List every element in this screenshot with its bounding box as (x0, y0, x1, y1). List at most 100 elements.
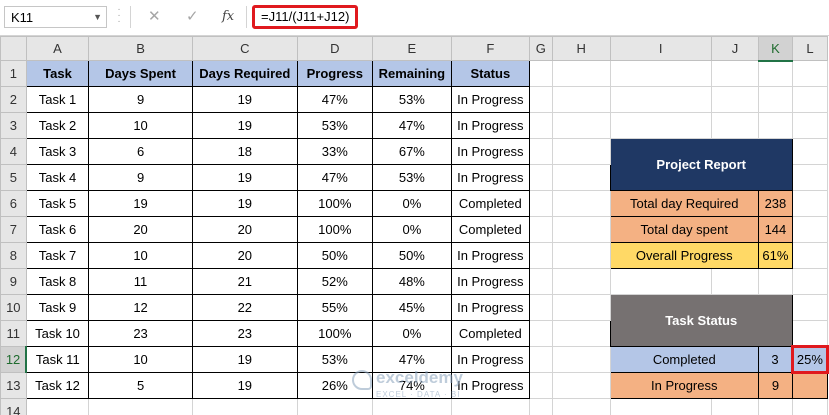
cell[interactable] (757, 60, 793, 87)
row-header[interactable]: 6 (0, 190, 27, 217)
column-header[interactable]: I (609, 36, 712, 61)
report-value[interactable]: 144 (757, 216, 793, 243)
cell[interactable] (791, 242, 829, 269)
header-cell[interactable]: Status (451, 60, 530, 87)
status-label[interactable]: In Progress (609, 372, 759, 399)
cell[interactable]: 20 (88, 216, 193, 243)
cell[interactable]: 26% (296, 372, 373, 399)
cell[interactable] (551, 60, 611, 87)
cell[interactable]: 50% (371, 242, 453, 269)
column-header[interactable]: C (191, 36, 298, 61)
project-report-title[interactable]: Project Report (609, 138, 793, 191)
row-header[interactable]: 2 (0, 86, 27, 113)
cell[interactable]: 0% (371, 216, 453, 243)
cell[interactable]: 45% (371, 294, 453, 321)
cell[interactable]: In Progress (451, 346, 530, 373)
cell[interactable]: 19 (88, 190, 193, 217)
cell[interactable]: Completed (451, 216, 530, 243)
cell[interactable] (528, 398, 553, 415)
cell[interactable] (757, 86, 793, 113)
cell[interactable] (528, 372, 553, 399)
column-header[interactable]: L (791, 36, 829, 61)
cell[interactable] (528, 138, 553, 165)
insert-function-icon[interactable]: fx (222, 9, 234, 24)
drag-handle-icon[interactable]: · · · (116, 5, 122, 27)
header-cell[interactable]: Task (25, 60, 90, 87)
cell[interactable]: In Progress (451, 294, 530, 321)
cell[interactable] (710, 268, 759, 295)
cell[interactable] (551, 372, 611, 399)
cell[interactable]: Task 11 (25, 346, 90, 373)
row-header[interactable]: 10 (0, 294, 27, 321)
cell[interactable] (551, 242, 611, 269)
status-count[interactable]: 9 (757, 372, 793, 399)
cell[interactable]: 100% (296, 320, 373, 347)
cell[interactable]: 53% (296, 346, 373, 373)
cell[interactable]: In Progress (451, 138, 530, 165)
column-header[interactable]: A (25, 36, 90, 61)
header-cell[interactable]: Days Spent (88, 60, 193, 87)
cell[interactable]: 47% (296, 86, 373, 113)
cell[interactable] (551, 216, 611, 243)
cell[interactable]: 100% (296, 216, 373, 243)
column-header[interactable]: D (296, 36, 373, 61)
cell[interactable] (191, 398, 298, 415)
cell[interactable]: In Progress (451, 164, 530, 191)
cell[interactable] (528, 60, 553, 87)
name-box[interactable]: K11 ▼ (4, 6, 107, 28)
row-header[interactable]: 5 (0, 164, 27, 191)
cell[interactable]: Task 4 (25, 164, 90, 191)
column-header[interactable]: E (371, 36, 453, 61)
cell[interactable] (551, 112, 611, 139)
status-pct[interactable] (791, 372, 829, 399)
cell[interactable]: Task 12 (25, 372, 90, 399)
column-header[interactable]: B (88, 36, 193, 61)
column-header[interactable]: H (551, 36, 611, 61)
cell[interactable]: 74% (371, 372, 453, 399)
cell[interactable]: 19 (191, 86, 298, 113)
row-header[interactable]: 9 (0, 268, 27, 295)
cell[interactable]: 53% (371, 86, 453, 113)
cell[interactable]: 9 (88, 164, 193, 191)
cell[interactable] (528, 190, 553, 217)
row-header[interactable]: 4 (0, 138, 27, 165)
cell[interactable] (528, 346, 553, 373)
cell[interactable] (757, 398, 793, 415)
cell[interactable]: Task 9 (25, 294, 90, 321)
cell[interactable] (757, 112, 793, 139)
row-header[interactable]: 3 (0, 112, 27, 139)
cell[interactable]: 48% (371, 268, 453, 295)
cell[interactable]: 10 (88, 112, 193, 139)
cell[interactable]: 12 (88, 294, 193, 321)
cell[interactable] (791, 216, 829, 243)
report-label[interactable]: Total day Required (609, 190, 759, 217)
cell[interactable]: 10 (88, 242, 193, 269)
chevron-down-icon[interactable]: ▼ (93, 12, 102, 22)
report-label[interactable]: Overall Progress (609, 242, 759, 269)
row-header[interactable]: 7 (0, 216, 27, 243)
cell[interactable] (528, 216, 553, 243)
cell[interactable] (710, 112, 759, 139)
cell[interactable]: 100% (296, 190, 373, 217)
status-label[interactable]: Completed (609, 346, 759, 373)
cell[interactable]: 47% (371, 112, 453, 139)
cell[interactable]: 19 (191, 164, 298, 191)
cell[interactable] (609, 398, 712, 415)
cell[interactable]: 52% (296, 268, 373, 295)
cell[interactable] (551, 398, 611, 415)
cell[interactable] (528, 86, 553, 113)
cell[interactable]: Task 6 (25, 216, 90, 243)
cell[interactable] (609, 112, 712, 139)
cell[interactable]: 22 (191, 294, 298, 321)
cell[interactable]: 23 (191, 320, 298, 347)
cell[interactable]: 23 (88, 320, 193, 347)
cell[interactable]: 47% (296, 164, 373, 191)
cell[interactable]: 6 (88, 138, 193, 165)
cell[interactable]: 9 (88, 86, 193, 113)
header-cell[interactable]: Days Required (191, 60, 298, 87)
cell[interactable]: 18 (191, 138, 298, 165)
cell[interactable] (710, 60, 759, 87)
row-header[interactable]: 1 (0, 60, 27, 87)
cell[interactable] (551, 86, 611, 113)
report-value[interactable]: 238 (757, 190, 793, 217)
